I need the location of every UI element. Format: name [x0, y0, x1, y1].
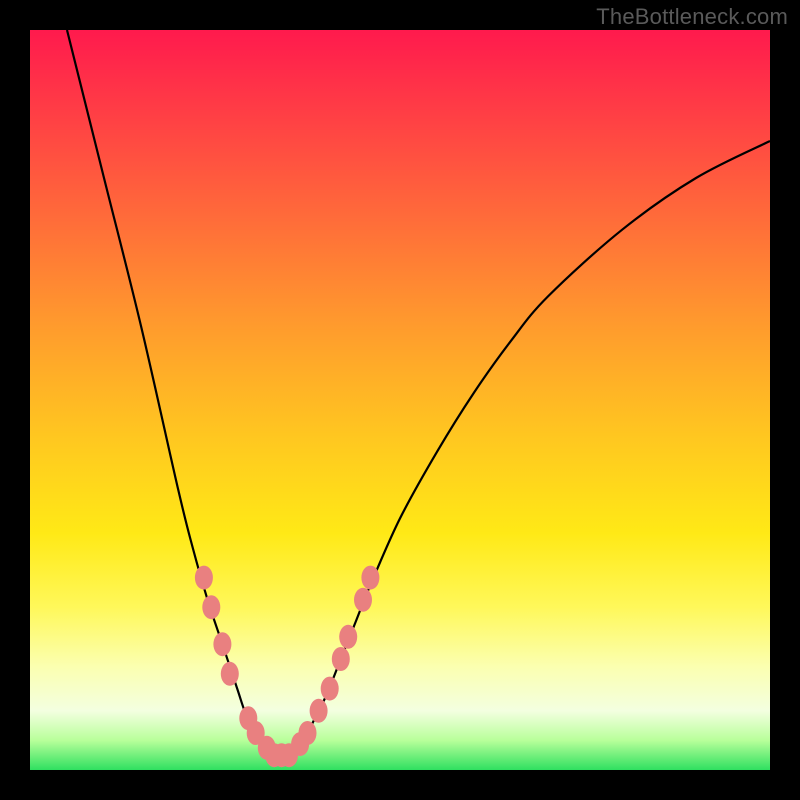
curve-marker [332, 647, 350, 671]
curve-marker [310, 699, 328, 723]
curve-marker [354, 588, 372, 612]
plot-area [30, 30, 770, 770]
watermark-text: TheBottleneck.com [596, 4, 788, 30]
curve-marker [361, 566, 379, 590]
curve-marker [213, 632, 231, 656]
curve-marker [195, 566, 213, 590]
curve-markers [195, 566, 380, 768]
chart-frame: TheBottleneck.com [0, 0, 800, 800]
curve-svg [30, 30, 770, 770]
curve-marker [221, 662, 239, 686]
curve-marker [321, 677, 339, 701]
curve-marker [299, 721, 317, 745]
curve-marker [339, 625, 357, 649]
curve-marker [202, 595, 220, 619]
bottleneck-curve [67, 30, 770, 756]
